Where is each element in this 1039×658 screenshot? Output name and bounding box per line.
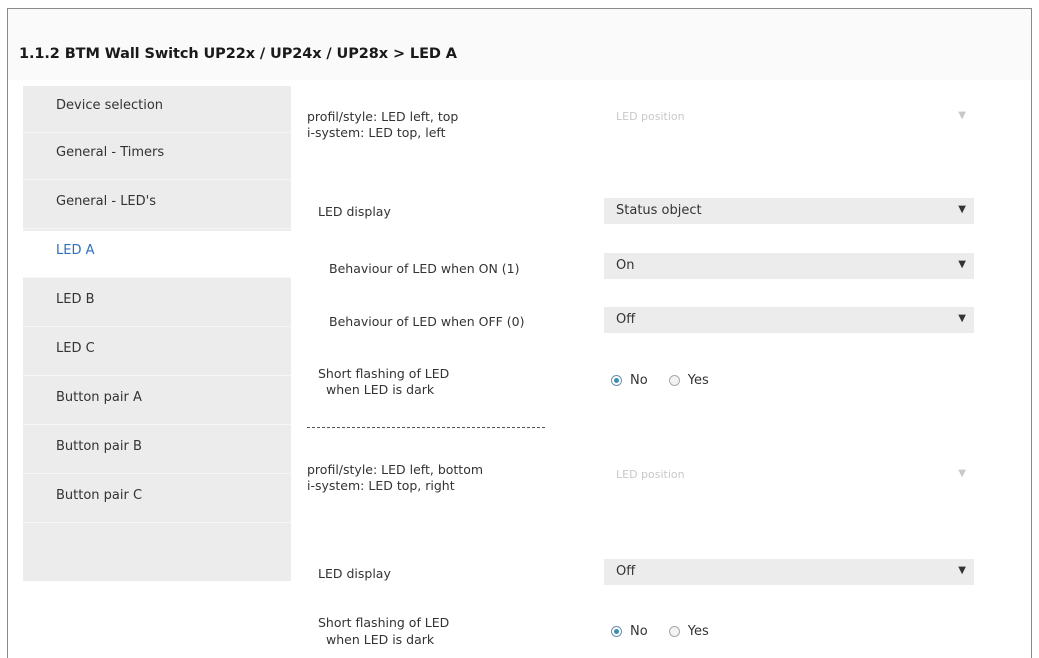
led-display-label: LED display [318,204,391,219]
sidebar-item-label: Button pair C [56,488,143,503]
sidebar-item-label: Button pair A [56,390,142,405]
select-value: Status object [616,203,702,218]
select-value: Off [616,312,636,327]
radio-selected-icon [611,626,622,637]
sidebar-item-label: Button pair B [56,439,142,454]
behaviour-on-select[interactable]: On ▼ [604,253,974,279]
caret-down-icon: ▼ [958,259,966,270]
short-flash-yes-radio[interactable]: Yes [668,370,709,389]
caret-down-icon: ▼ [958,110,966,121]
short-flash-radio-group: No Yes [611,620,709,640]
breadcrumb: 1.1.2 BTM Wall Switch UP22x / UP24x / UP… [19,46,457,62]
sidebar-item-led-c[interactable]: LED C [23,329,291,376]
behaviour-off-select[interactable]: Off ▼ [604,307,974,333]
radio-label: Yes [687,624,709,639]
sidebar-item-label: LED B [56,292,95,307]
radio-label: No [630,624,648,639]
radio-unselected-icon [668,375,680,386]
led-info-profil: profil/style: LED left, top [307,109,459,124]
short-flash-label-line2: when LED is dark [326,382,435,397]
behaviour-on-label: Behaviour of LED when ON (1) [329,261,520,276]
caret-down-icon: ▼ [958,468,966,479]
sidebar-item-device-selection[interactable]: Device selection [23,86,291,133]
led-info-profil: profil/style: LED left, bottom [307,462,484,477]
sidebar-item-label: General - Timers [56,145,165,160]
sidebar-item-button-pair-b[interactable]: Button pair B [23,427,291,474]
sidebar-item-label: LED C [56,341,95,356]
short-flash-radio-group: No Yes [611,369,709,389]
select-value: Off [616,564,636,579]
led-display-select[interactable]: Off ▼ [604,559,974,585]
led-display-label: LED display [318,566,391,581]
short-flash-label-line2: when LED is dark [326,632,435,647]
short-flash-no-radio[interactable]: No [611,370,648,389]
sidebar-item-button-pair-a[interactable]: Button pair A [23,378,291,425]
caret-down-icon: ▼ [958,204,966,215]
title-bar: 1.1.2 BTM Wall Switch UP22x / UP24x / UP… [8,9,1031,80]
select-value: LED position [616,110,685,123]
section-divider [307,427,545,428]
led-position-select: LED position ▼ [604,104,974,130]
short-flash-yes-radio[interactable]: Yes [668,621,709,640]
led-info-isystem: i-system: LED top, right [307,478,455,493]
led-info-isystem: i-system: LED top, left [307,125,446,140]
radio-unselected-icon [668,626,680,637]
sidebar-item-label: General - LED's [56,194,157,209]
sidebar-item-label: Device selection [56,98,164,113]
caret-down-icon: ▼ [958,313,966,324]
led-position-select: LED position ▼ [604,462,974,488]
short-flash-label-line1: Short flashing of LED [318,366,450,381]
sidebar-item-button-pair-c[interactable]: Button pair C [23,476,291,523]
select-value: On [616,258,635,273]
select-value: LED position [616,468,685,481]
sidebar-item-led-b[interactable]: LED B [23,280,291,327]
short-flash-label-line1: Short flashing of LED [318,615,450,630]
caret-down-icon: ▼ [958,565,966,576]
behaviour-off-label: Behaviour of LED when OFF (0) [329,314,525,329]
led-display-select[interactable]: Status object ▼ [604,198,974,224]
short-flash-no-radio[interactable]: No [611,621,648,640]
sidebar-item-general-timers[interactable]: General - Timers [23,133,291,180]
radio-label: Yes [687,373,709,388]
sidebar-item-general-leds[interactable]: General - LED's [23,182,291,229]
sidebar-item-led-a[interactable]: LED A [23,231,291,278]
radio-label: No [630,373,648,388]
sidebar: Device selection General - Timers Genera… [23,86,291,581]
sidebar-item-label: LED A [56,243,95,258]
radio-selected-icon [611,375,622,386]
